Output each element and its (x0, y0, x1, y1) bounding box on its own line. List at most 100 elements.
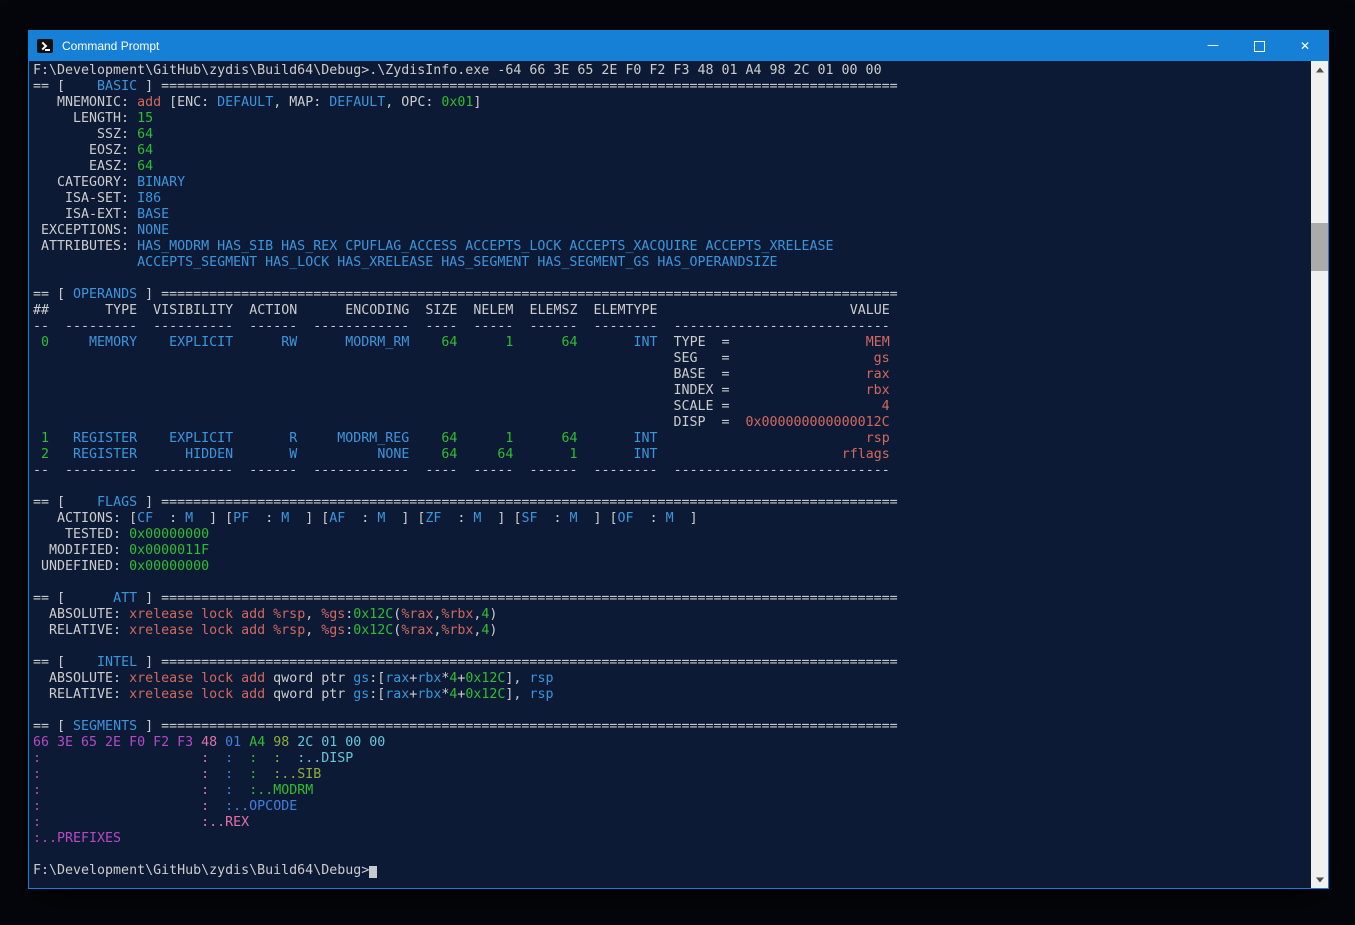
text-run: ] [ (289, 511, 329, 526)
scrollbar-vertical[interactable] (1311, 61, 1328, 888)
text-run: ELEMSZ (529, 303, 577, 318)
text-run: I86 (137, 191, 161, 206)
text-run: : (201, 751, 209, 766)
maximize-icon (1254, 41, 1265, 52)
text-run (193, 735, 201, 750)
text-run: --------- (65, 463, 137, 478)
maximize-button[interactable] (1236, 31, 1282, 61)
text-run (409, 463, 425, 478)
close-icon: ✕ (1300, 40, 1310, 52)
text-run (49, 335, 89, 350)
terminal-line: 66 3E 65 2E F0 F2 F3 48 01 A4 98 2C 01 0… (33, 735, 1311, 751)
title-bar[interactable]: Command Prompt — ✕ (29, 31, 1328, 61)
text-run: : (345, 511, 377, 526)
window-title: Command Prompt (62, 39, 159, 53)
text-run: DEFAULT (329, 95, 385, 110)
terminal-output[interactable]: F:\Development\GitHub\zydis\Build64\Debu… (29, 61, 1311, 888)
text-run (137, 431, 169, 446)
text-run: EXPLICIT (169, 335, 233, 350)
text-run: ] [ (578, 511, 618, 526)
terminal-line: 0 MEMORY EXPLICIT RW MODRM_RM 64 1 64 IN… (33, 335, 1311, 351)
text-run: BASE (137, 207, 169, 222)
text-run: UNDEFINED: (33, 559, 129, 574)
text-run (41, 783, 201, 798)
text-run: M (570, 511, 578, 526)
text-run: ------------ (313, 319, 409, 334)
text-run: add (137, 95, 161, 110)
text-run: TYPE (105, 303, 137, 318)
text-run: TYPE = (658, 335, 730, 350)
text-run: == [ (33, 287, 65, 302)
text-run (233, 463, 249, 478)
text-run (49, 431, 73, 446)
text-run: rsp (529, 671, 553, 686)
scrollbar-thumb[interactable] (1311, 223, 1328, 271)
text-run (409, 303, 425, 318)
text-run (41, 815, 201, 830)
text-run: 98 (273, 735, 289, 750)
text-run (33, 255, 137, 270)
text-run: %rax (401, 607, 433, 622)
text-run: NONE (137, 223, 169, 238)
terminal-line: ISA-EXT: BASE (33, 207, 1311, 223)
text-run: ----- (473, 463, 513, 478)
terminal-line: ACCEPTS_SEGMENT HAS_LOCK HAS_XRELEASE HA… (33, 255, 1311, 271)
text-run: ] (674, 511, 698, 526)
text-run: :[ (369, 671, 385, 686)
terminal-line: == [ OPERANDS ] ========================… (33, 287, 1311, 303)
text-run: SEGMENTS (65, 719, 137, 734)
close-button[interactable]: ✕ (1282, 31, 1328, 61)
text-run (297, 319, 313, 334)
text-run (297, 431, 337, 446)
text-run: ========================================… (161, 655, 898, 670)
text-run (297, 335, 345, 350)
text-run: ATTRIBUTES: (33, 239, 137, 254)
text-run: xrelease lock add (129, 687, 265, 702)
text-run (409, 447, 441, 462)
text-run: 1 (33, 431, 49, 446)
text-run: ] [ (193, 511, 233, 526)
text-run: F:\Development\GitHub\zydis\Build64\Debu… (33, 863, 369, 878)
text-run: LENGTH: (33, 111, 137, 126)
text-run: 15 (137, 111, 153, 126)
terminal-line: == [ FLAGS ] ===========================… (33, 495, 1311, 511)
text-run (578, 335, 634, 350)
text-run (209, 783, 225, 798)
terminal-line: ISA-SET: I86 (33, 191, 1311, 207)
text-run: PF (233, 511, 249, 526)
text-run (409, 335, 441, 350)
text-run: ACCEPTS_SEGMENT HAS_LOCK HAS_XRELEASE HA… (137, 255, 777, 270)
terminal-line (33, 575, 1311, 591)
minimize-button[interactable]: — (1190, 31, 1236, 61)
text-run: 64 (441, 335, 457, 350)
terminal-line: EXCEPTIONS: NONE (33, 223, 1311, 239)
text-run: 64 (497, 447, 513, 462)
text-run (513, 431, 561, 446)
text-run: rbx (417, 671, 441, 686)
terminal-line: == [ INTEL ] ===========================… (33, 655, 1311, 671)
text-run: ------ (249, 319, 297, 334)
text-run (457, 319, 473, 334)
terminal-line: -- --------- ---------- ------ ---------… (33, 319, 1311, 335)
text-run: ------ (529, 463, 577, 478)
text-run: rax (385, 671, 409, 686)
terminal-line: ABSOLUTE: xrelease lock add qword ptr gs… (33, 671, 1311, 687)
text-run: 0x000000000000012C (746, 415, 890, 430)
text-run: == [ (33, 719, 65, 734)
text-run: %rbx (441, 607, 473, 622)
terminal-line: : : :..OPCODE (33, 799, 1311, 815)
text-run (241, 735, 249, 750)
text-run: == [ (33, 655, 65, 670)
text-run: ] (137, 495, 161, 510)
text-run (729, 399, 881, 414)
text-run (217, 735, 225, 750)
text-run (457, 335, 505, 350)
scrollbar-down-button[interactable] (1311, 871, 1328, 888)
terminal-line: SEG = gs (33, 351, 1311, 367)
text-run: ] [ (481, 511, 521, 526)
text-run (233, 319, 249, 334)
text-run: ========================================… (161, 287, 898, 302)
scrollbar-track[interactable] (1311, 78, 1328, 871)
text-run (513, 463, 529, 478)
scrollbar-up-button[interactable] (1311, 61, 1328, 78)
